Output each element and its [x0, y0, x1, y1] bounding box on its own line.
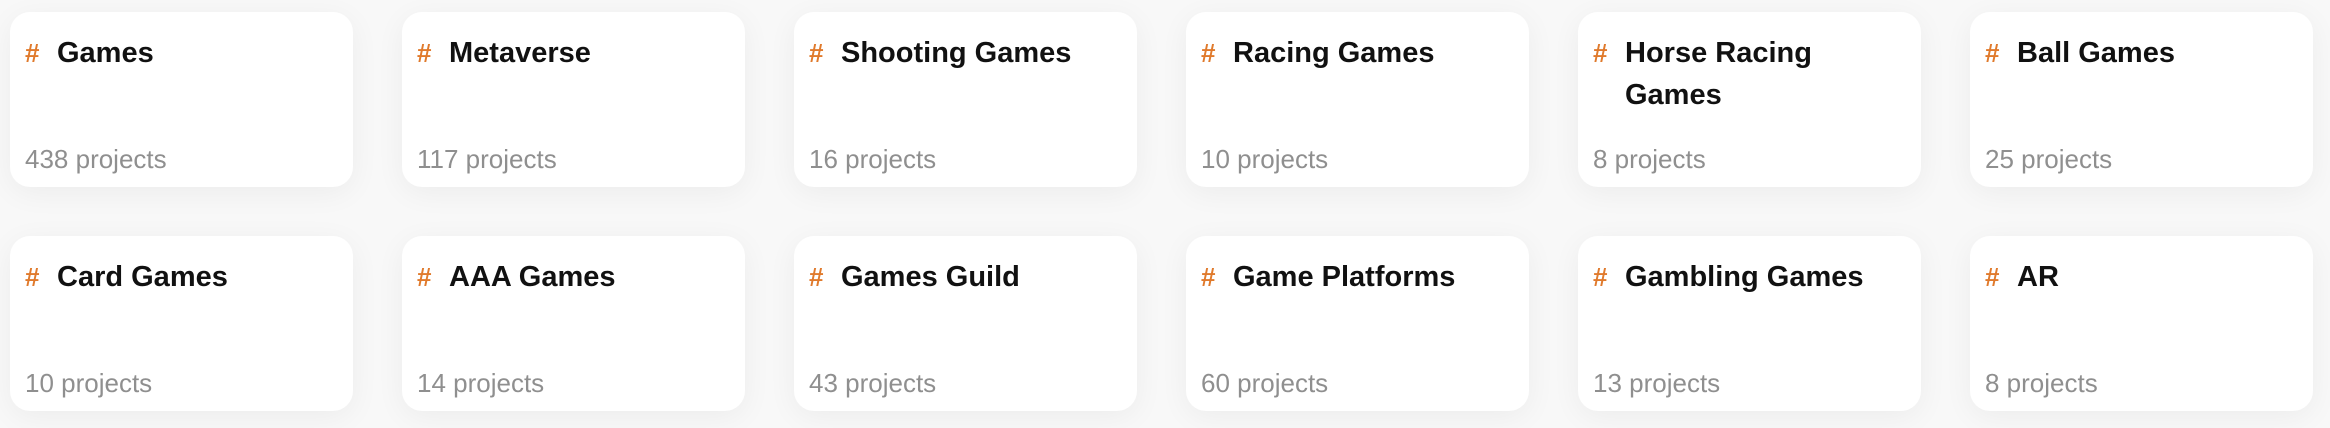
card-header: # Gambling Games [1593, 256, 1903, 298]
category-title: Games Guild [841, 261, 1020, 293]
category-title: Games [57, 37, 154, 69]
category-title: Shooting Games [841, 37, 1072, 69]
card-header: # Games [25, 32, 335, 74]
card-header: # Shooting Games [809, 32, 1119, 74]
card-header: # AR [1985, 256, 2295, 298]
card-header: # AAA Games [417, 256, 727, 298]
category-card-gambling-games[interactable]: # Gambling Games 13 projects [1578, 236, 1921, 411]
category-title: Game Platforms [1233, 261, 1456, 293]
project-count: 13 projects [1593, 368, 1721, 398]
category-title: AR [2017, 261, 2059, 293]
project-count: 14 projects [417, 368, 545, 398]
hash-tag-icon: # [1201, 262, 1216, 292]
hash-tag-icon: # [1985, 262, 2000, 292]
project-count: 438 projects [25, 144, 167, 174]
category-card-metaverse[interactable]: # Metaverse 117 projects [402, 12, 745, 187]
hash-tag-icon: # [809, 262, 824, 292]
project-count: 43 projects [809, 368, 937, 398]
category-title: Ball Games [2017, 37, 2175, 69]
category-title: AAA Games [449, 261, 616, 293]
project-count: 10 projects [25, 368, 153, 398]
category-title: Card Games [57, 261, 228, 293]
hash-tag-icon: # [1985, 38, 2000, 68]
card-header: # Metaverse [417, 32, 727, 74]
hash-tag-icon: # [1201, 38, 1216, 68]
category-card-games-guild[interactable]: # Games Guild 43 projects [794, 236, 1137, 411]
hash-tag-icon: # [1593, 38, 1608, 68]
hash-tag-icon: # [809, 38, 824, 68]
category-card-ball-games[interactable]: # Ball Games 25 projects [1970, 12, 2313, 187]
project-count: 8 projects [1593, 144, 1706, 174]
card-header: # Games Guild [809, 256, 1119, 298]
project-count: 60 projects [1201, 368, 1329, 398]
project-count: 10 projects [1201, 144, 1329, 174]
category-grid: # Games 438 projects # Metaverse 117 pro… [10, 12, 2313, 411]
hash-tag-icon: # [25, 38, 40, 68]
category-card-horse-racing-games[interactable]: # Horse Racing Games 8 projects [1578, 12, 1921, 187]
card-header: # Racing Games [1201, 32, 1511, 74]
category-title: Racing Games [1233, 37, 1435, 69]
category-card-ar[interactable]: # AR 8 projects [1970, 236, 2313, 411]
card-header: # Ball Games [1985, 32, 2295, 74]
card-header: # Game Platforms [1201, 256, 1511, 298]
hash-tag-icon: # [1593, 262, 1608, 292]
category-card-game-platforms[interactable]: # Game Platforms 60 projects [1186, 236, 1529, 411]
category-card-aaa-games[interactable]: # AAA Games 14 projects [402, 236, 745, 411]
hash-tag-icon: # [417, 262, 432, 292]
card-header: # Horse Racing Games [1593, 32, 1903, 116]
card-header: # Card Games [25, 256, 335, 298]
project-count: 16 projects [809, 144, 937, 174]
category-title: Metaverse [449, 37, 591, 69]
category-title: Gambling Games [1625, 261, 1864, 293]
project-count: 8 projects [1985, 368, 2098, 398]
category-card-racing-games[interactable]: # Racing Games 10 projects [1186, 12, 1529, 187]
category-card-shooting-games[interactable]: # Shooting Games 16 projects [794, 12, 1137, 187]
hash-tag-icon: # [25, 262, 40, 292]
project-count: 117 projects [417, 144, 557, 174]
project-count: 25 projects [1985, 144, 2113, 174]
category-card-games[interactable]: # Games 438 projects [10, 12, 353, 187]
category-card-card-games[interactable]: # Card Games 10 projects [10, 236, 353, 411]
hash-tag-icon: # [417, 38, 432, 68]
category-title: Horse Racing Games [1625, 37, 1812, 111]
